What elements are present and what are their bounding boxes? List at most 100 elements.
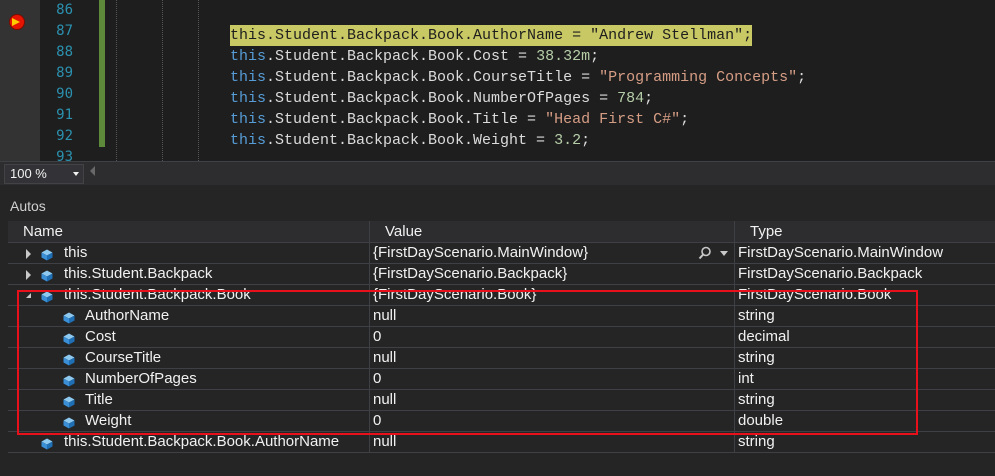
variable-name: Title [85,391,113,408]
table-row[interactable]: NumberOfPages 0 int [8,369,995,390]
cube-icon [63,394,75,408]
variable-name: this [64,244,88,261]
cell-type: string [738,349,775,366]
code-keyword: this [230,90,267,107]
variable-value: {FirstDayScenario.Book} [373,286,537,303]
code-line[interactable]: this.Student.Backpack.Book.Cost = 38.32m… [230,46,599,67]
table-row[interactable]: Cost 0 decimal [8,327,995,348]
code-text: .Student.Backpack.Book.CourseTitle = [266,69,600,86]
code-text: .Student.Backpack.Book.AuthorName = [266,27,591,44]
variable-value: 0 [373,328,382,345]
code-line[interactable]: this.Student.Backpack.Book.Weight = 3.2; [230,130,590,151]
cube-icon [63,331,75,345]
line-number: 90 [56,86,73,102]
variable-name: Cost [85,328,116,345]
cube-icon [41,436,53,450]
cube-icon [63,373,75,387]
line-number: 86 [56,2,73,18]
expand-arrow-icon[interactable] [26,270,31,280]
zoom-value: 100 % [10,166,47,181]
cell-value[interactable]: {FirstDayScenario.MainWindow} [370,243,735,263]
breakpoint-arrow-icon[interactable] [10,15,24,29]
table-row[interactable]: CourseTitle null string [8,348,995,369]
variable-value: null [373,349,397,366]
cell-name: this.Student.Backpack.Book [8,285,370,305]
code-text: .Student.Backpack.Book.Title = [266,111,546,128]
cell-type: FirstDayScenario.MainWindow [738,244,944,261]
variable-value: null [373,307,397,324]
column-header-value[interactable]: Value [370,221,735,243]
code-number: 38.32m [536,48,591,65]
collapse-arrow-icon[interactable] [26,293,31,298]
column-header-name[interactable]: Name [8,221,370,243]
code-line[interactable]: this.Student.Backpack.Book.AuthorName = … [230,25,753,46]
code-line[interactable]: this.Student.Backpack.Book.CourseTitle =… [230,67,806,88]
cell-type: double [738,412,784,429]
code-keyword: this [230,132,267,149]
cell-type: string [738,391,775,408]
cell-value[interactable]: null [370,348,735,368]
cell-name: Title [8,390,370,410]
cell-value[interactable]: 0 [370,369,735,389]
cell-value[interactable]: 0 [370,411,735,431]
table-row[interactable]: Title null string [8,390,995,411]
table-row[interactable]: this.Student.Backpack.Book {FirstDayScena… [8,285,995,306]
table-row[interactable]: this.Student.Backpack.Book.AuthorName nul… [8,432,995,453]
code-string: "Head First C#" [545,111,681,128]
scroll-left-icon[interactable] [90,166,95,176]
table-row[interactable]: this {FirstDayScenario.MainWindow} FirstDa… [8,243,995,264]
variable-value: null [373,433,397,450]
cell-value[interactable]: null [370,432,735,452]
chevron-down-icon[interactable] [720,251,728,256]
code-keyword: this [230,69,267,86]
line-number: 87 [56,23,73,39]
cell-type: decimal [738,328,790,345]
autos-title: Autos [10,198,46,214]
cell-name: this [8,243,370,263]
zoom-dropdown[interactable]: 100 % [4,164,84,184]
line-number: 88 [56,44,73,60]
cell-type: string [738,433,775,450]
cell-name: this.Student.Backpack.Book.AuthorName [8,432,370,452]
chevron-down-icon[interactable] [73,172,79,176]
magnifier-icon[interactable] [698,246,712,263]
cell-value[interactable]: null [370,390,735,410]
cell-value[interactable]: {FirstDayScenario.Book} [370,285,735,305]
cube-icon [41,247,53,261]
variable-value: {FirstDayScenario.MainWindow} [373,244,589,261]
cell-name: NumberOfPages [8,369,370,389]
editor-zoom-bar: 100 % [0,161,995,185]
line-number: 89 [56,65,73,81]
indent-guide [116,0,117,161]
autos-grid[interactable]: Name Value Type this {FirstDayScenario.Ma… [8,221,995,476]
table-row[interactable]: AuthorName null string [8,306,995,327]
code-string: "Andrew Stellman" [590,27,744,44]
column-header-type[interactable]: Type [735,221,995,243]
variable-name: this.Student.Backpack.Book.AuthorName [64,433,340,450]
glyph-margin[interactable] [0,0,40,161]
variable-name: Weight [85,412,132,429]
line-number: 92 [56,128,73,144]
code-line[interactable]: this.Student.Backpack.Book.Title = "Head… [230,109,689,130]
code-punct: ; [743,27,753,44]
table-row[interactable]: Weight 0 double [8,411,995,432]
variable-name: NumberOfPages [85,370,197,387]
line-number: 93 [56,149,73,161]
variable-name: this.Student.Backpack [64,265,213,282]
variable-value: null [373,391,397,408]
cell-name: AuthorName [8,306,370,326]
cell-value[interactable]: {FirstDayScenario.Backpack} [370,264,735,284]
table-row[interactable]: this.Student.Backpack {FirstDayScenario.B… [8,264,995,285]
cell-name: Cost [8,327,370,347]
code-editor[interactable]: 86 87 88 89 90 91 92 93 this.Student.Backpack.B… [0,0,995,161]
cell-value[interactable]: null [370,306,735,326]
code-punct: ; [581,132,591,149]
expand-arrow-icon[interactable] [26,249,31,259]
cell-type: int [738,370,754,387]
code-keyword: this [230,48,267,65]
variable-name: CourseTitle [85,349,162,366]
code-string: "Programming Concepts" [599,69,798,86]
code-text: .Student.Backpack.Book.NumberOfPages = [266,90,618,107]
cell-value[interactable]: 0 [370,327,735,347]
code-line[interactable]: this.Student.Backpack.Book.NumberOfPages… [230,88,653,109]
